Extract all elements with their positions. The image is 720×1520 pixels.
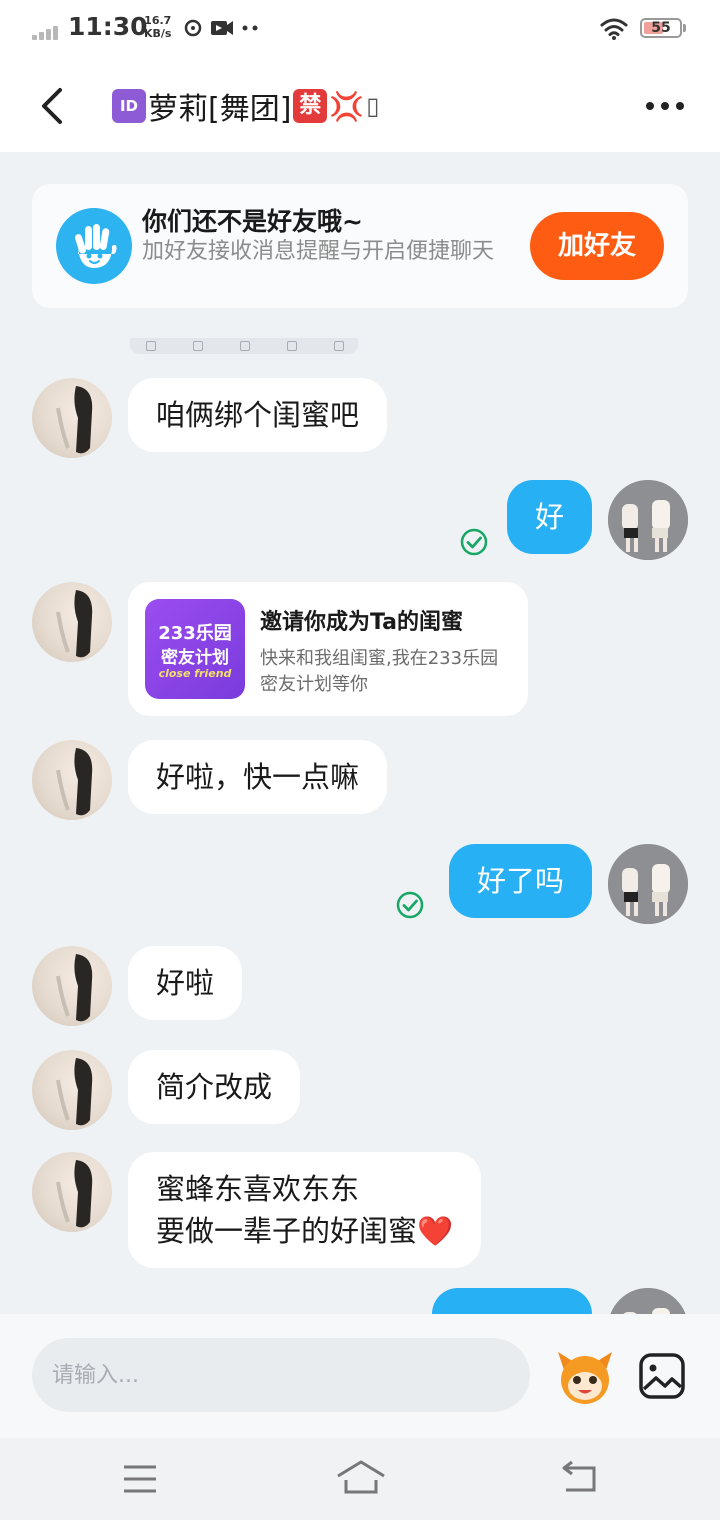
- chat-notification-icon: [184, 19, 202, 37]
- message-bubble-incoming[interactable]: 好啦，快一点嘛: [128, 740, 388, 814]
- not-friends-banner: 你们还不是好友哦~ 加好友接收消息提醒与开启便捷聊天 加好友: [32, 184, 688, 308]
- invite-card-description: 快来和我组闺蜜,我在233乐园密友计划等你: [260, 648, 499, 695]
- wifi-icon: [600, 18, 628, 40]
- invite-card[interactable]: 233乐园 密友计划 close friend 邀请你成为Ta的闺蜜 快来和我组…: [128, 582, 528, 716]
- toolbar-icon: [334, 341, 344, 351]
- message-bubble-outgoing[interactable]: 好: [506, 480, 592, 554]
- network-speed-unit: KB/s: [144, 27, 172, 40]
- message-line: 蜜蜂东喜欢东东: [156, 1172, 360, 1206]
- contact-avatar[interactable]: [32, 1050, 112, 1130]
- message-bubble-incoming[interactable]: 咱俩绑个闺蜜吧: [128, 378, 388, 452]
- add-friend-button[interactable]: 加好友: [530, 212, 664, 280]
- my-avatar[interactable]: [608, 480, 688, 560]
- anger-emoji: 💢: [329, 89, 365, 123]
- back-button[interactable]: [30, 82, 80, 130]
- contact-avatar[interactable]: [32, 946, 112, 1026]
- battery-level-text: 55: [651, 20, 671, 36]
- more-options-button[interactable]: [640, 90, 690, 120]
- my-avatar[interactable]: [608, 844, 688, 924]
- emoji-button[interactable]: [552, 1344, 618, 1410]
- message-line: 要做一辈子的好闺蜜❤️: [156, 1214, 454, 1248]
- chevron-left-icon: [42, 88, 62, 124]
- battery-tip: [683, 24, 686, 32]
- unrendered-glyph: ▯: [366, 92, 380, 120]
- chat-title: ID 萝莉[舞团] 禁 💢 ▯: [112, 84, 380, 128]
- logo-text-brand: 233乐园: [158, 623, 232, 644]
- image-icon: [639, 1353, 685, 1399]
- contact-avatar[interactable]: [32, 582, 112, 662]
- banner-avatar: [56, 208, 132, 284]
- check-circle-icon: [396, 891, 424, 919]
- video-notification-icon: [211, 21, 233, 35]
- home-icon[interactable]: [334, 1458, 388, 1498]
- message-bubble-incoming[interactable]: 简介改成: [128, 1050, 301, 1124]
- status-time: 11:30: [68, 12, 148, 41]
- message-bubble-outgoing[interactable]: 好了吗: [448, 844, 592, 918]
- status-bar: 11:30 16.7 KB/s 55: [0, 0, 720, 60]
- waving-hand-icon: [74, 224, 117, 268]
- message-bubble-incoming[interactable]: 好啦: [128, 946, 243, 1020]
- collapsed-toolbar[interactable]: [130, 338, 358, 354]
- toolbar-icon: [193, 341, 203, 351]
- message-bubble-incoming[interactable]: 蜜蜂东喜欢东东 要做一辈子的好闺蜜❤️: [128, 1152, 482, 1268]
- id-badge: ID: [112, 89, 146, 123]
- message-input-bar: [0, 1314, 720, 1438]
- contact-name: 萝莉[舞团]: [148, 92, 292, 127]
- invite-card-logo: 233乐园 密友计划 close friend: [145, 599, 245, 699]
- menu-icon[interactable]: [120, 1462, 160, 1496]
- ban-badge: 禁: [293, 89, 328, 123]
- toolbar-icon: [287, 341, 297, 351]
- contact-avatar[interactable]: [32, 378, 112, 458]
- mascot-face-icon: [558, 1352, 612, 1404]
- banner-title: 你们还不是好友哦~: [142, 207, 363, 236]
- more-notifications-icon: [242, 25, 258, 31]
- message-input[interactable]: [32, 1338, 530, 1412]
- contact-avatar[interactable]: [32, 1152, 112, 1232]
- back-icon[interactable]: [558, 1460, 600, 1496]
- toolbar-icon: [146, 341, 156, 351]
- logo-text-english: close friend: [158, 667, 232, 680]
- banner-subtitle: 加好友接收消息提醒与开启便捷聊天: [142, 239, 495, 264]
- logo-text-plan: 密友计划: [161, 648, 229, 668]
- check-circle-icon: [460, 528, 488, 556]
- contact-avatar[interactable]: [32, 740, 112, 820]
- network-speed-value: 16.7: [144, 14, 172, 27]
- image-button[interactable]: [638, 1352, 686, 1400]
- network-speed: 16.7 KB/s: [144, 14, 171, 40]
- invite-card-title: 邀请你成为Ta的闺蜜: [260, 610, 464, 635]
- battery-icon: 55: [640, 18, 682, 38]
- system-nav-bar: [0, 1438, 720, 1520]
- toolbar-icon: [240, 341, 250, 351]
- chat-header: ID 萝莉[舞团] 禁 💢 ▯: [0, 60, 720, 152]
